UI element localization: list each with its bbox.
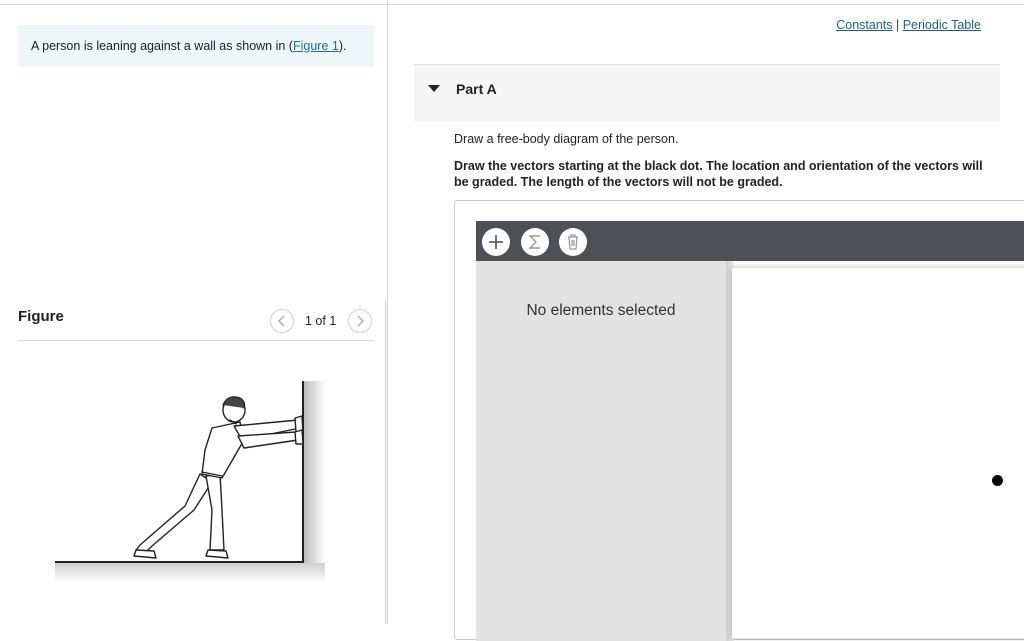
problem-statement: A person is leaning against a wall as sh… bbox=[18, 25, 374, 67]
drawing-canvas[interactable] bbox=[732, 268, 1024, 638]
top-border-left bbox=[0, 4, 388, 5]
sum-vectors-button[interactable] bbox=[521, 228, 549, 256]
delete-button[interactable] bbox=[559, 228, 587, 256]
chevron-right-icon bbox=[357, 315, 364, 327]
part-title: Part A bbox=[456, 81, 497, 97]
caret-down-icon[interactable] bbox=[428, 85, 440, 92]
panel-divider bbox=[387, 0, 388, 624]
figure-illustration bbox=[55, 381, 326, 583]
origin-dot[interactable] bbox=[992, 475, 1003, 486]
chevron-left-icon bbox=[278, 315, 285, 327]
plus-icon bbox=[489, 235, 503, 249]
wall bbox=[302, 381, 326, 563]
panel-divider-accent bbox=[385, 300, 386, 624]
figure-counter: 1 of 1 bbox=[305, 314, 337, 328]
part-instruction-bold: Draw the vectors starting at the black d… bbox=[454, 159, 983, 189]
figure-title: Figure bbox=[18, 308, 64, 325]
periodic-table-link[interactable]: Periodic Table bbox=[903, 18, 981, 32]
constants-link[interactable]: Constants bbox=[836, 18, 892, 32]
resource-links: Constants | Periodic Table bbox=[836, 18, 981, 32]
figure-divider bbox=[18, 340, 374, 341]
sigma-icon bbox=[528, 235, 540, 249]
problem-text-prefix: A person is leaning against a wall as sh… bbox=[31, 39, 293, 53]
trash-icon bbox=[568, 234, 578, 250]
part-a-header[interactable]: Part A bbox=[414, 64, 1000, 122]
link-separator: | bbox=[892, 18, 903, 32]
add-vector-button[interactable] bbox=[482, 228, 510, 256]
top-border-right bbox=[388, 4, 1024, 5]
person bbox=[133, 396, 304, 559]
figure-link[interactable]: Figure 1 bbox=[293, 39, 339, 53]
floor bbox=[55, 561, 325, 583]
figure-prev-button[interactable] bbox=[270, 309, 294, 333]
selection-status: No elements selected bbox=[526, 302, 676, 319]
part-instruction: Draw a free-body diagram of the person. bbox=[454, 132, 679, 146]
problem-text-suffix: ). bbox=[338, 39, 347, 53]
figure-next-button[interactable] bbox=[348, 309, 372, 333]
